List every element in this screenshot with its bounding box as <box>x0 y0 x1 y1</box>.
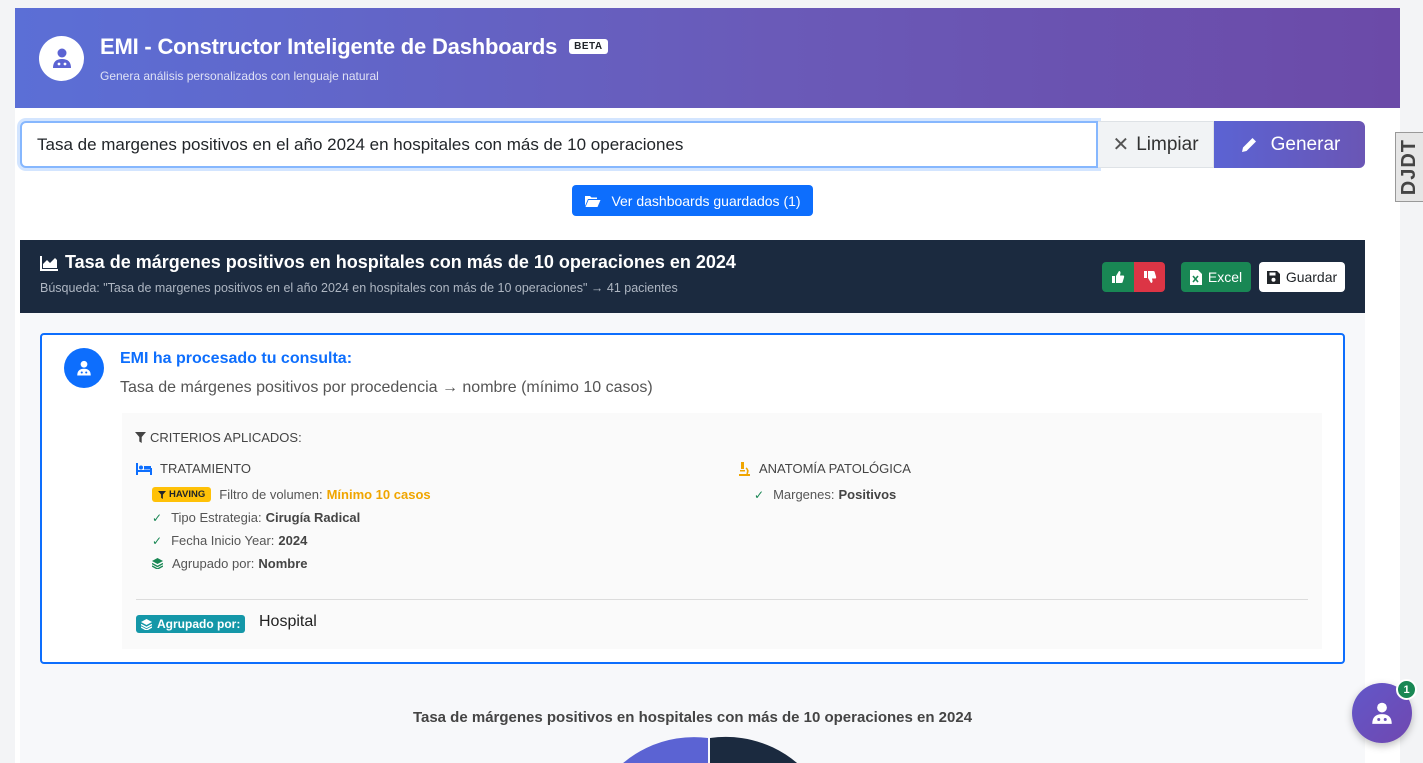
floppy-disk-icon <box>1266 270 1280 284</box>
group-by-value: Hospital <box>259 613 317 630</box>
pie-slice-1 <box>623 737 708 763</box>
criteria-line-grouped: Agrupado por: Nombre <box>152 556 308 571</box>
having-badge: HAVING <box>152 487 212 502</box>
query-input[interactable] <box>20 121 1098 168</box>
chart-title: Tasa de márgenes positivos en hospitales… <box>412 709 973 726</box>
check-icon: ✓ <box>754 487 765 502</box>
app-header: EMI - Constructor Inteligente de Dashboa… <box>15 8 1400 108</box>
excel-label: Excel <box>1207 269 1243 285</box>
close-icon: ✕ <box>1112 134 1130 156</box>
criteria-panel: CRITERIOS APLICADOS: TRATAMIENTO HAVING … <box>122 413 1322 649</box>
notification-badge: 1 <box>1396 679 1417 700</box>
treatment-label: TRATAMIENTO <box>160 461 251 476</box>
result-header: Tasa de márgenes positivos en hospitales… <box>20 240 1365 313</box>
volume-label: Filtro de volumen: <box>219 487 323 502</box>
pencil-icon <box>1241 137 1256 152</box>
doctor-logo-icon <box>39 35 84 81</box>
folder-open-icon <box>585 195 601 207</box>
layers-icon <box>152 558 163 569</box>
criteria-line-strategy: ✓ Tipo Estrategia: Cirugía Radical <box>152 510 361 525</box>
group-by-badge: Agrupado por: <box>136 615 246 633</box>
excel-export-button[interactable]: Excel <box>1181 262 1251 292</box>
saved-dashboards-button[interactable]: Ver dashboards guardados (1) <box>572 185 813 216</box>
volume-value: Mínimo 10 casos <box>326 487 431 502</box>
criteria-title: CRITERIOS APLICADOS: <box>150 430 302 445</box>
excel-file-icon <box>1189 269 1202 285</box>
generate-button[interactable]: Generar <box>1214 121 1365 168</box>
app-title: EMI - Constructor Inteligente de Dashboa… <box>100 33 558 59</box>
feedback-group <box>1102 262 1165 292</box>
pie-slice-2 <box>710 736 797 763</box>
criteria-line-year: ✓ Fecha Inicio Year: 2024 <box>152 533 308 548</box>
check-icon: ✓ <box>152 533 163 548</box>
generate-label: Generar <box>1270 133 1341 155</box>
result-title: Tasa de márgenes positivos en hospitales… <box>65 252 736 272</box>
check-icon: ✓ <box>152 510 163 525</box>
emi-description: Tasa de márgenes positivos por procedenc… <box>120 379 653 396</box>
clear-button[interactable]: ✕ Limpiar <box>1098 121 1214 168</box>
emi-heading: EMI ha procesado tu consulta: <box>120 350 353 367</box>
pie-chart <box>40 730 1345 763</box>
result-subtitle: Búsqueda: "Tasa de margenes positivos en… <box>40 281 678 295</box>
emi-response-card: EMI ha procesado tu consulta: Tasa de má… <box>40 333 1345 664</box>
app-subtitle: Genera análisis personalizados con lengu… <box>100 68 379 83</box>
filter-icon <box>135 432 146 443</box>
saved-dashboards-label: Ver dashboards guardados (1) <box>611 192 801 209</box>
treatment-section: TRATAMIENTO <box>136 461 251 476</box>
thumbs-down-icon <box>1143 271 1156 283</box>
layers-icon <box>141 618 152 630</box>
area-chart-icon <box>40 255 58 271</box>
clear-label: Limpiar <box>1136 133 1199 155</box>
thumbs-up-button[interactable] <box>1102 262 1134 292</box>
bed-icon <box>136 462 152 475</box>
search-bar: ✕ Limpiar Generar <box>20 121 1365 168</box>
save-label: Guardar <box>1285 269 1338 285</box>
doctor-avatar-icon <box>64 348 104 388</box>
doctor-icon <box>1372 702 1392 724</box>
save-dashboard-button[interactable]: Guardar <box>1259 262 1345 292</box>
microscope-icon <box>739 461 750 476</box>
beta-badge: BETA <box>569 39 608 54</box>
filter-icon <box>158 490 166 499</box>
criteria-line-margins: ✓ Margenes: Positivos <box>754 487 897 502</box>
divider <box>136 599 1308 600</box>
thumbs-down-button[interactable] <box>1134 262 1165 292</box>
thumbs-up-icon <box>1112 271 1125 283</box>
volume-filter-line: HAVING Filtro de volumen: Mínimo 10 caso… <box>152 487 431 502</box>
pathology-label: ANATOMÍA PATOLÓGICA <box>759 461 911 476</box>
pathology-section: ANATOMÍA PATOLÓGICA <box>738 461 911 476</box>
debug-toolbar-tab[interactable]: DJDT <box>1395 132 1423 202</box>
